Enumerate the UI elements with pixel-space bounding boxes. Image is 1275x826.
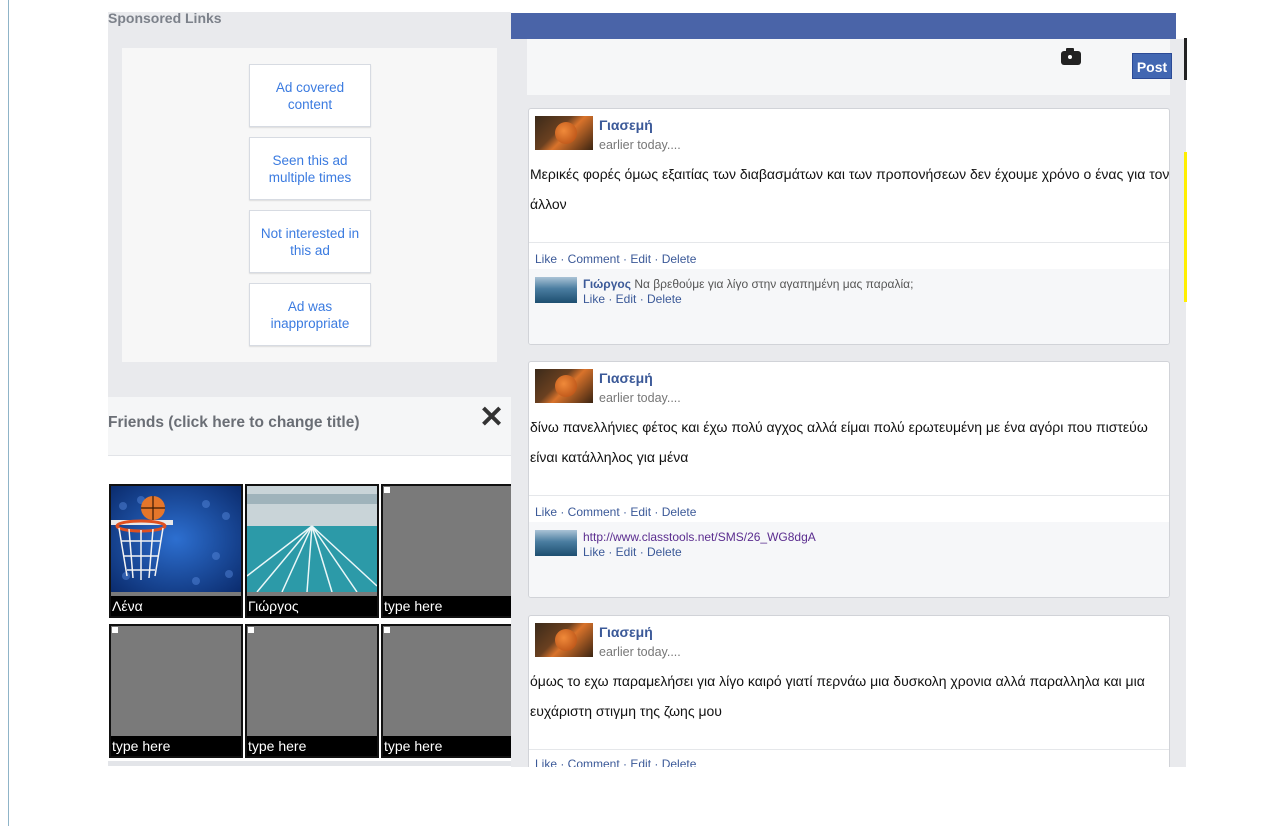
post-author[interactable]: Γιασεμή [599,117,653,133]
swimming-pool-image [247,486,377,592]
friend-tile-empty[interactable]: type here [381,484,515,618]
panel-footer [108,761,511,766]
post-author[interactable]: Γιασεμή [599,370,653,386]
comment-actions[interactable]: Like · Edit · Delete [583,545,682,559]
sponsored-panel: Sponsored Links Ad covered content Seen … [108,10,511,367]
ad-option-seen-multiple[interactable]: Seen this ad multiple times [249,137,371,200]
divider [529,242,1169,243]
post-actions[interactable]: Like · Comment · Edit · Delete [535,505,696,519]
post-author[interactable]: Γιασεμή [599,624,653,640]
friend-tile-empty[interactable]: type here [245,624,379,758]
comment: Γιώργος Να βρεθούμε για λίγο στην αγαπημ… [529,269,1169,344]
post-time: earlier today.... [599,138,681,152]
friend-tile-empty[interactable]: type here [381,624,515,758]
panel-separator [108,367,511,397]
comment-link[interactable]: http://www.classtools.net/SMS/26_WG8dgA [583,530,816,544]
camera-icon[interactable] [1061,48,1081,65]
friend-name[interactable]: type here [383,736,513,756]
ad-option-covered-content[interactable]: Ad covered content [249,64,371,127]
post-card: Γιασεμή earlier today.... όμως το εχω πα… [528,615,1170,767]
friend-name[interactable]: type here [247,736,377,756]
edge-highlight [1184,152,1187,302]
basketball-hoop-image [111,486,241,592]
avatar[interactable] [535,369,593,403]
avatar[interactable] [535,623,593,657]
comment-avatar[interactable] [535,530,577,556]
comment-author[interactable]: Γιώργος [583,277,631,291]
sponsored-title: Sponsored Links [108,10,222,26]
post-text: όμως το εχω παραμελήσει για λίγο καιρό γ… [530,673,1145,719]
comment-actions[interactable]: Like · Edit · Delete [583,292,682,306]
friend-name[interactable]: type here [111,736,241,756]
placeholder-marker [112,627,118,633]
comment-line: http://www.classtools.net/SMS/26_WG8dgA [583,530,816,544]
post-card: Γιασεμή earlier today.... Μερικές φορές … [528,108,1170,345]
post-button[interactable]: Post [1132,53,1172,79]
post-text: δίνω πανελλήνιες φέτος και έχω πολύ αγχο… [530,419,1148,465]
post-actions[interactable]: Like · Comment · Edit · Delete [535,252,696,266]
post-time: earlier today.... [599,391,681,405]
divider [529,749,1169,750]
divider [529,495,1169,496]
friend-name[interactable]: Γιώργος [247,596,377,616]
friend-name[interactable]: Λένα [111,596,241,616]
friends-title[interactable]: Friends (click here to change title) [108,414,360,432]
post-actions[interactable]: Like · Comment · Edit · Delete [535,757,696,767]
friends-header: Friends (click here to change title) ✕ [108,397,511,456]
friend-tile-empty[interactable]: type here [109,624,243,758]
placeholder-marker [248,627,254,633]
friend-tile-giorgos[interactable]: Γιώργος [245,484,379,618]
comment-text: Να βρεθούμε για λίγο στην αγαπημένη μας … [634,277,914,291]
post-text: Μερικές φορές όμως εξαιτίας των διαβασμά… [530,166,1170,212]
close-icon[interactable]: ✕ [479,403,504,433]
ad-option-inappropriate[interactable]: Ad was inappropriate [249,283,371,346]
comment: http://www.classtools.net/SMS/26_WG8dgA … [529,522,1169,597]
top-bar [511,13,1176,39]
avatar[interactable] [535,116,593,150]
friend-name[interactable]: type here [383,596,513,616]
friend-tile-lena[interactable]: Λένα [109,484,243,618]
edge-marker [1184,38,1187,80]
placeholder-marker [384,487,390,493]
ad-option-not-interested[interactable]: Not interested in this ad [249,210,371,273]
status-composer: Post [527,39,1172,95]
ad-options: Ad covered content Seen this ad multiple… [122,48,497,362]
comment-avatar[interactable] [535,277,577,303]
placeholder-marker [384,627,390,633]
news-feed: Post Γιασεμή earlier today.... Μερικές φ… [511,39,1186,767]
post-card: Γιασεμή earlier today.... δίνω πανελλήνι… [528,361,1170,598]
post-time: earlier today.... [599,645,681,659]
friends-grid: Λένα Γιώργος type here type here type he… [108,456,515,764]
comment-line: Γιώργος Να βρεθούμε για λίγο στην αγαπημ… [583,277,913,291]
frame-border [8,0,9,826]
